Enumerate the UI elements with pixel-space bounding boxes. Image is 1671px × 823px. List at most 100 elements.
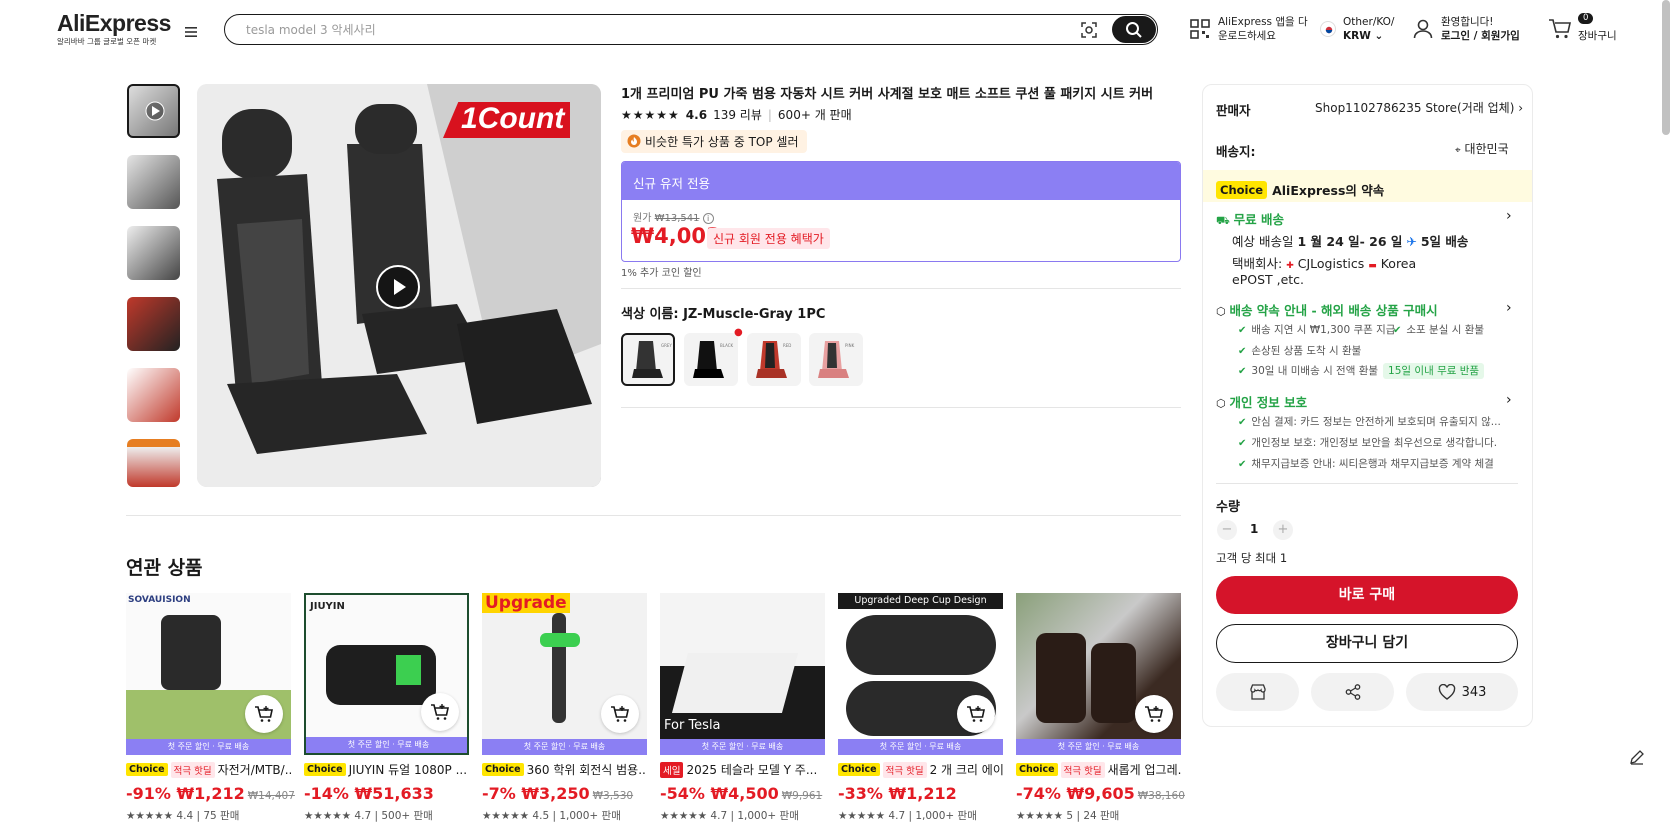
divider — [621, 288, 1181, 289]
plane-icon: ✈ — [1406, 234, 1417, 249]
add-to-cart-icon[interactable] — [245, 695, 283, 733]
product-title[interactable]: Choice 360 학위 회전식 범용... — [482, 761, 647, 778]
app-download-line1: AliExpress 앱을 다 — [1218, 16, 1308, 28]
add-to-cart-button[interactable]: 장바구니 담기 — [1216, 624, 1518, 663]
related-product-card[interactable]: Upgrade 첫 주문 할인 · 무료 배송 Choice 360 학위 회전식… — [482, 593, 647, 823]
chevron-right-icon[interactable]: › — [1506, 300, 1512, 316]
menu-icon[interactable] — [183, 24, 199, 40]
cart-label[interactable]: 장바구니 — [1578, 28, 1617, 43]
quantity-increase-button[interactable]: + — [1273, 520, 1293, 540]
search-button[interactable] — [1112, 16, 1156, 43]
free-return-tag: 15일 이내 무료 반품 — [1383, 363, 1485, 379]
star-rating-icon: ★★★★★ — [304, 810, 352, 822]
related-product-card[interactable]: SOVAUISION 첫 주문 할인 · 무료 배송 Choice 적극 핫딜 자전… — [126, 593, 295, 823]
truck-icon: ⛟ — [1216, 214, 1230, 227]
product-rating: ★★★★★ 4.4 | 75 판매 — [126, 810, 240, 822]
store-button[interactable] — [1216, 673, 1299, 711]
add-to-cart-icon[interactable] — [1135, 695, 1173, 733]
quantity-value[interactable]: 1 — [1250, 522, 1258, 536]
image-shape — [161, 615, 221, 690]
color-swatch-pink[interactable]: PINK — [809, 333, 863, 386]
login-link[interactable]: 환영합니다! 로그인 / 회원가입 — [1441, 15, 1520, 43]
product-title[interactable]: Choice 적극 핫딜 자전거/MTB/... — [126, 761, 291, 778]
image-shape — [552, 613, 566, 723]
logo-tagline: 알리바바 그룹 글로벌 오픈 마켓 — [57, 37, 157, 46]
privacy-row[interactable]: ⬡ 개인 정보 보호 — [1216, 392, 1307, 411]
image-banner-text: Upgraded Deep Cup Design — [838, 593, 1003, 609]
info-icon[interactable]: i — [702, 213, 714, 224]
product-image[interactable]: For Tesla 첫 주문 할인 · 무료 배송 — [660, 593, 825, 755]
hot-icon: ● — [734, 327, 743, 338]
add-to-cart-icon[interactable] — [421, 693, 459, 731]
thumbnail-image[interactable] — [127, 297, 180, 351]
product-image[interactable]: Upgraded Deep Cup Design 첫 주문 할인 · 무료 배송 — [838, 593, 1003, 755]
free-shipping-row[interactable]: ⛟ 무료 배송 — [1216, 209, 1284, 229]
color-swatch-black[interactable]: BLACK — [684, 333, 738, 386]
buy-now-button[interactable]: 바로 구매 — [1216, 576, 1518, 614]
product-image[interactable]: SOVAUISION 첫 주문 할인 · 무료 배송 — [126, 593, 291, 755]
image-brand-text: SOVAUISION — [128, 595, 191, 605]
divider — [621, 407, 1181, 408]
choice-badge: Choice — [1216, 180, 1268, 199]
star-rating-icon: ★★★★★ — [838, 810, 886, 822]
share-button[interactable] — [1311, 673, 1394, 711]
currency-label: KRW ⌄ — [1343, 30, 1384, 42]
sold-count: 600+ 개 판매 — [777, 108, 852, 122]
thumbnail-video[interactable] — [127, 84, 180, 138]
coin-discount: 1% 추가 코인 할인 — [621, 268, 702, 279]
product-title[interactable]: Choice 적극 핫딜 새롭게 업그레... — [1016, 761, 1181, 778]
image-search-icon[interactable] — [1080, 21, 1098, 39]
delivery-promise-row[interactable]: ⬡ 배송 약속 안내 - 해외 배송 상품 구매시 — [1216, 300, 1438, 319]
cart-icon[interactable] — [1548, 18, 1572, 40]
share-icon — [1345, 684, 1360, 700]
search-input[interactable]: tesla model 3 악세사리 — [246, 21, 376, 38]
estimated-delivery: 예상 배송일 1 월 24 일- 26 일 ✈ 5일 배송 — [1232, 234, 1469, 249]
review-count[interactable]: 139 리뷰 — [713, 106, 762, 123]
color-swatch-grey[interactable]: GREY — [621, 333, 675, 386]
chevron-right-icon[interactable]: › — [1506, 392, 1512, 408]
ship-to-country[interactable]: ⌖ 대한민국 — [1455, 140, 1509, 157]
region-selector[interactable]: Other/KO/KRW ⌄ — [1343, 15, 1394, 43]
product-title[interactable]: Choice적극 핫딜2 개 크리 에이... — [838, 761, 1003, 778]
aliexpress-logo[interactable]: AliExpress — [57, 10, 171, 37]
play-icon — [394, 279, 406, 295]
promise-item: ✔ 배송 지연 시 ₩1,300 쿠폰 지급 — [1238, 324, 1396, 336]
promise-item: ✔ 소포 분실 시 환불 — [1393, 324, 1485, 336]
chevron-right-icon[interactable]: › — [1506, 208, 1512, 224]
app-download-link[interactable]: AliExpress 앱을 다 운로드하세요 — [1218, 15, 1308, 43]
product-title[interactable]: 세일 2025 테슬라 모델 Y 주... — [660, 761, 825, 778]
play-video-button[interactable] — [376, 265, 420, 309]
thumbnail-image[interactable] — [127, 226, 180, 280]
add-to-cart-icon[interactable] — [957, 695, 995, 733]
chevron-right-icon: › — [1518, 101, 1524, 115]
product-image[interactable]: Upgrade 첫 주문 할인 · 무료 배송 — [482, 593, 647, 755]
user-icon[interactable] — [1412, 18, 1434, 40]
thumbnail-image[interactable] — [127, 155, 180, 209]
feedback-edit-icon[interactable] — [1628, 748, 1646, 766]
image-shape — [540, 633, 580, 647]
fire-icon — [627, 134, 641, 148]
quantity-decrease-button[interactable]: − — [1217, 520, 1237, 540]
star-rating-icon: ★★★★★ — [126, 810, 174, 822]
thumbnail-image[interactable] — [127, 368, 180, 422]
top-seller-badge: 비슷한 특가 상품 중 TOP 셀러 — [621, 130, 807, 153]
product-image[interactable]: 첫 주문 할인 · 무료 배송 — [1016, 593, 1181, 755]
thumbnail-image[interactable] — [127, 439, 180, 487]
product-title[interactable]: Choice JIUYIN 듀얼 1080P ... — [304, 761, 469, 778]
page-scrollbar[interactable] — [1662, 0, 1670, 135]
add-to-cart-icon[interactable] — [601, 695, 639, 733]
related-product-card[interactable]: For Tesla 첫 주문 할인 · 무료 배송 세일 2025 테슬라 모델 … — [660, 593, 825, 823]
wishlist-button[interactable]: 343 — [1406, 673, 1518, 711]
ship-to-label: 배송지: — [1216, 144, 1256, 159]
related-product-card[interactable]: 첫 주문 할인 · 무료 배송 Choice 적극 핫딜 새롭게 업그레... -7… — [1016, 593, 1185, 823]
related-product-card[interactable]: JIUYIN 첫 주문 할인 · 무료 배송 Choice JIUYIN 듀얼 1… — [304, 593, 469, 823]
image-brand-text: JIUYIN — [310, 601, 345, 612]
qr-code-icon[interactable] — [1189, 18, 1211, 40]
rating-row[interactable]: ★★★★★ 4.6 139 리뷰 | 600+ 개 판매 — [621, 106, 852, 123]
login-signup: 로그인 / 회원가입 — [1441, 30, 1520, 42]
cart-count-badge: 0 — [1578, 13, 1594, 24]
product-image[interactable]: JIUYIN 첫 주문 할인 · 무료 배송 — [304, 593, 469, 755]
seller-link[interactable]: Shop1102786235 Store(거래 업체) › — [1315, 99, 1523, 116]
color-swatch-red[interactable]: RED — [747, 333, 801, 386]
related-product-card[interactable]: Upgraded Deep Cup Design 첫 주문 할인 · 무료 배송… — [838, 593, 1003, 823]
